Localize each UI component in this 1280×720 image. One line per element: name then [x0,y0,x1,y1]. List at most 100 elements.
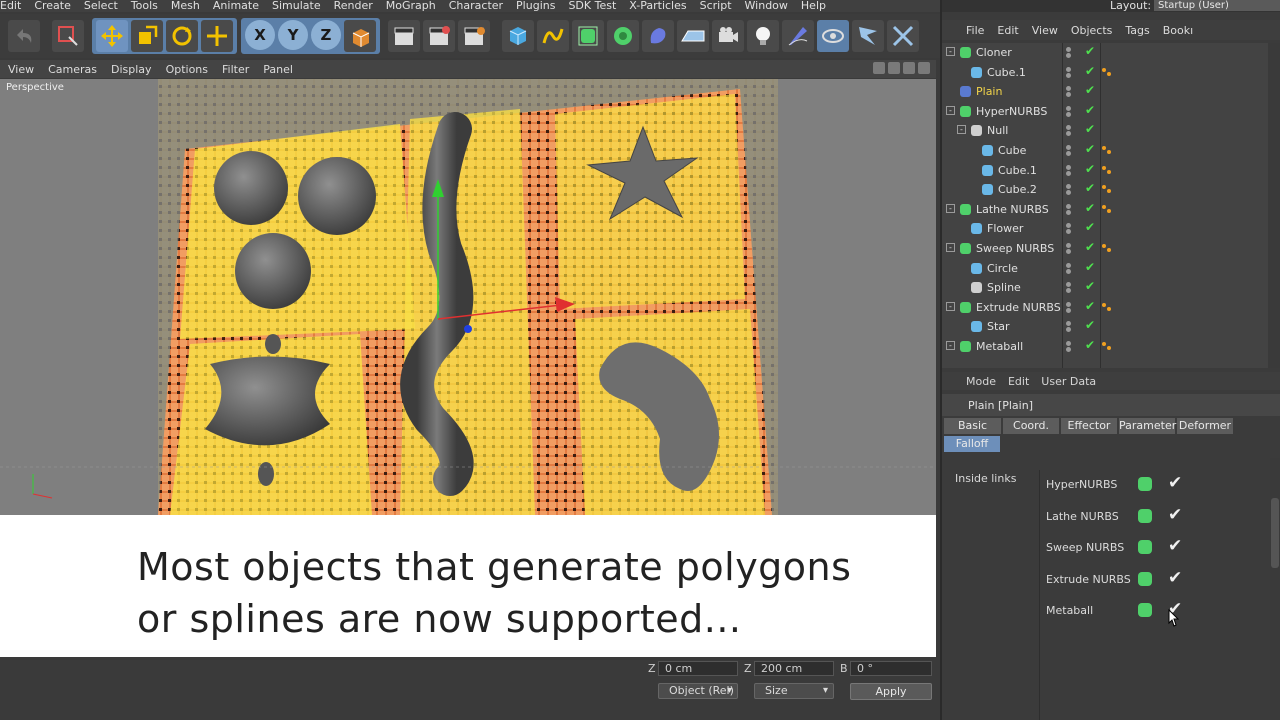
tab-falloff[interactable]: Falloff [944,436,1001,452]
toggle-view-icon[interactable] [918,62,930,74]
attribute-menu-user-data[interactable]: User Data [1041,375,1096,388]
object-menu-objects[interactable]: Objects [1071,24,1113,37]
object-row[interactable]: - HyperNURBS ✔ [942,102,1268,122]
visibility-dots[interactable] [1066,164,1072,177]
x-axis-lock-button[interactable]: X [245,20,275,50]
viewport-menu-panel[interactable]: Panel [263,63,293,76]
sketch-button[interactable] [782,20,814,52]
expand-toggle[interactable]: - [946,341,955,350]
enabled-checkmark-icon[interactable]: ✔ [1085,299,1095,313]
tab-deformer[interactable]: Deformer [1177,418,1234,434]
tag-icon[interactable] [1102,146,1112,156]
tag-icon[interactable] [1102,302,1112,313]
last-tool-button[interactable] [201,20,233,52]
menu-item-create[interactable]: Create [34,0,78,12]
visibility-dots[interactable] [1066,105,1072,118]
viewport-menu-display[interactable]: Display [111,63,152,76]
menu-item-sdk-test[interactable]: SDK Test [568,0,623,12]
visibility-dots[interactable] [1066,243,1072,255]
coordinate-system-button[interactable] [344,20,376,52]
visibility-dots[interactable] [1066,262,1072,275]
object-row[interactable]: Cube.2 ✔ [942,180,1268,200]
link-row[interactable]: Metaball ✔ [1040,596,1254,627]
menu-item-script[interactable]: Script [700,0,739,12]
cube-button[interactable] [502,20,534,52]
z-size-field[interactable]: 200 cm [754,661,834,676]
viewport-menu-options[interactable]: Options [166,63,208,76]
menu-item-plugins[interactable]: Plugins [516,0,562,12]
object-row[interactable]: - Extrude NURBS ✔ [942,298,1268,318]
enabled-checkmark-icon[interactable]: ✔ [1085,64,1095,78]
link-enabled-checkmark-icon[interactable]: ✔ [1168,473,1182,493]
menu-item-animate[interactable]: Animate [213,0,266,12]
z-position-field[interactable]: 0 cm [658,661,738,676]
scrollbar-thumb[interactable] [1271,498,1279,568]
menu-item-edit[interactable]: Edit [0,0,28,12]
object-row[interactable]: Cube.1 ✔ [942,63,1268,83]
enabled-checkmark-icon[interactable]: ✔ [1085,260,1095,274]
expand-toggle[interactable]: - [946,47,955,56]
enabled-checkmark-icon[interactable]: ✔ [1085,44,1095,58]
spline-button[interactable] [537,20,569,52]
visibility-dots[interactable] [1066,66,1072,79]
link-enabled-checkmark-icon[interactable]: ✔ [1168,568,1182,588]
tab-parameter[interactable]: Parameter [1119,418,1176,434]
inside-links-list[interactable]: HyperNURBS ✔ Lathe NURBS ✔ Sweep NURBS ✔ Extru… [1039,470,1253,720]
menu-item-mograph[interactable]: MoGraph [386,0,443,12]
link-row[interactable]: Extrude NURBS ✔ [1040,565,1254,596]
menu-item-window[interactable]: Window [745,0,795,12]
tag-icon[interactable] [1102,342,1112,352]
enabled-checkmark-icon[interactable]: ✔ [1085,220,1095,234]
light-button[interactable] [747,20,779,52]
visibility-dots[interactable] [1066,321,1072,333]
y-axis-lock-button[interactable]: Y [278,20,308,50]
menu-item-tools[interactable]: Tools [131,0,165,12]
floor-button[interactable] [677,20,709,52]
expand-toggle[interactable]: - [946,243,955,252]
link-enabled-checkmark-icon[interactable]: ✔ [1168,505,1182,525]
z-axis-lock-button[interactable]: Z [311,20,341,50]
visibility-dots[interactable] [1066,125,1072,137]
enabled-checkmark-icon[interactable]: ✔ [1085,279,1095,293]
enabled-checkmark-icon[interactable]: ✔ [1085,103,1095,117]
object-row[interactable]: Flower ✔ [942,219,1268,239]
coordinate-mode-dropdown[interactable]: Object (Rel) [658,683,738,699]
undo-button[interactable] [8,20,40,52]
object-row[interactable]: Star ✔ [942,317,1268,337]
enabled-checkmark-icon[interactable]: ✔ [1085,240,1095,254]
enabled-checkmark-icon[interactable]: ✔ [1085,122,1095,136]
visibility-dots[interactable] [1066,341,1072,353]
bank-field[interactable]: 0 ° [850,661,932,676]
render-view-button[interactable] [388,20,420,52]
script-button[interactable] [887,20,919,52]
object-row[interactable]: Circle ✔ [942,259,1268,279]
scale-tool-button[interactable] [131,20,163,52]
attribute-menu-edit[interactable]: Edit [1008,375,1029,388]
menu-item-mesh[interactable]: Mesh [171,0,207,12]
rotate-tool-button[interactable] [166,20,198,52]
nurbs-button[interactable] [572,20,604,52]
expand-toggle[interactable]: - [946,203,955,213]
object-menu-edit[interactable]: Edit [997,24,1018,37]
object-list-scrollbar[interactable] [1268,43,1280,368]
expand-toggle[interactable]: - [946,105,955,115]
rotate-view-icon[interactable] [903,62,915,74]
visibility-dots[interactable] [1066,184,1072,196]
move-view-icon[interactable] [873,62,885,74]
visibility-dots[interactable] [1066,223,1072,235]
size-mode-dropdown[interactable]: Size [754,683,834,699]
menu-item-render[interactable]: Render [334,0,380,12]
menu-item-x-particles[interactable]: X-Particles [629,0,693,12]
viewport-menu-cameras[interactable]: Cameras [48,63,97,76]
link-row[interactable]: Lathe NURBS ✔ [1040,502,1254,533]
object-menu-view[interactable]: View [1032,24,1058,37]
dolly-view-icon[interactable] [888,62,900,74]
xparticles-button[interactable] [852,20,884,52]
deformer-button[interactable] [642,20,674,52]
perspective-viewport[interactable]: Perspective [0,79,936,515]
tag-icon[interactable] [1102,67,1112,78]
object-menu-file[interactable]: File [966,24,984,37]
enabled-checkmark-icon[interactable]: ✔ [1085,142,1095,156]
visibility-dots[interactable] [1066,145,1072,157]
tag-icon[interactable] [1102,244,1112,254]
